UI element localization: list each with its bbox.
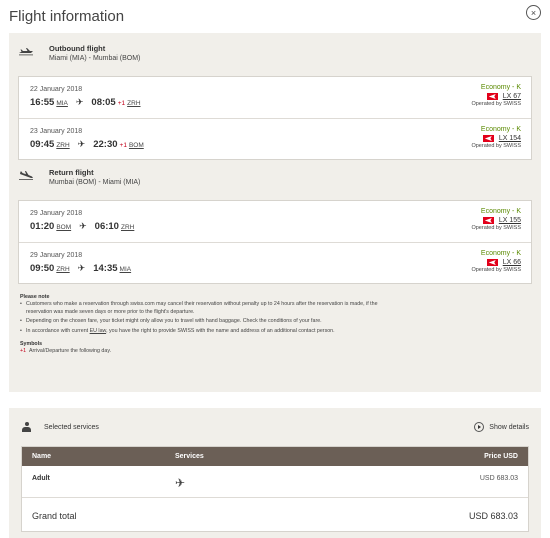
segment-times: 16:55 MIA ✈ 08:05 +1 ZRH (30, 97, 141, 108)
notes-section: Please note Customers who make a reserva… (20, 294, 400, 356)
outbound-card: 22 January 2018 16:55 MIA ✈ 08:05 +1 ZRH… (18, 76, 532, 160)
segment-fare-info: Economy - K LX 155 Operated by SWISS (471, 208, 521, 231)
arrival-airport[interactable]: MIA (120, 266, 132, 273)
departure-airport[interactable]: MIA (56, 100, 68, 107)
flight-segment: 23 January 2018 09:45 ZRH ✈ 22:30 +1 BOM… (19, 118, 531, 159)
fare-class: Economy - K (480, 84, 521, 91)
arrival-airport[interactable]: ZRH (121, 224, 134, 231)
note-item: In accordance with current EU law, you h… (20, 328, 400, 336)
airplane-arrow-icon: ✈ (77, 139, 86, 149)
fare-class: Economy - K (480, 208, 521, 215)
arrival-airport[interactable]: BOM (129, 142, 144, 149)
plane-departure-icon (19, 48, 33, 56)
operated-by: Operated by SWISS (471, 267, 521, 273)
departure-time: 01:20 (30, 221, 55, 232)
departure-airport[interactable]: ZRH (56, 266, 69, 273)
segment-date: 29 January 2018 (30, 252, 83, 259)
segment-date: 22 January 2018 (30, 86, 83, 93)
airplane-arrow-icon: ✈ (77, 263, 86, 273)
show-details-label: Show details (489, 423, 529, 431)
segment-date: 29 January 2018 (30, 210, 83, 217)
notes-heading: Please note (20, 294, 50, 300)
selected-services-panel: Selected services Show details Name Serv… (9, 408, 541, 538)
segment-date: 23 January 2018 (30, 128, 83, 135)
passenger-type: Adult (32, 475, 50, 482)
flight-number-link[interactable]: LX 66 (503, 259, 521, 266)
close-button[interactable]: × (526, 5, 541, 20)
column-header-price: Price USD (484, 453, 518, 460)
symbol-legend: +1 Arrival/Departure the following day. (20, 348, 112, 355)
departure-time: 09:45 (30, 139, 55, 150)
swiss-flag-icon (486, 259, 498, 266)
plane-arrival-icon (19, 171, 33, 180)
swiss-flag-icon (482, 135, 494, 142)
return-header: Return flight Mumbai (BOM) - Miami (MIA) (18, 168, 140, 188)
airplane-icon: ✈ (175, 476, 186, 490)
close-icon: × (530, 7, 537, 18)
flight-segment: 29 January 2018 09:50 ZRH ✈ 14:35 MIA Ec… (19, 242, 531, 283)
eu-law-link[interactable]: EU law (90, 328, 107, 334)
column-header-name: Name (32, 453, 52, 460)
column-header-services: Services (175, 453, 204, 460)
departure-time: 09:50 (30, 263, 55, 274)
flight-number-link[interactable]: LX 155 (499, 217, 521, 224)
return-heading: Return flight (49, 168, 94, 177)
next-day-marker: +1 (119, 142, 127, 149)
show-details-button[interactable]: Show details (474, 422, 529, 432)
flight-segment: 29 January 2018 01:20 BOM ✈ 06:10 ZRH Ec… (19, 201, 531, 242)
operated-by: Operated by SWISS (471, 225, 521, 231)
segment-times: 09:45 ZRH ✈ 22:30 +1 BOM (30, 139, 144, 150)
note-item: Depending on the chosen fare, your ticke… (20, 318, 400, 326)
operated-by: Operated by SWISS (471, 143, 521, 149)
departure-time: 16:55 (30, 97, 55, 108)
segment-fare-info: Economy - K LX 67 Operated by SWISS (471, 84, 521, 107)
departure-airport[interactable]: BOM (56, 224, 71, 231)
return-card: 29 January 2018 01:20 BOM ✈ 06:10 ZRH Ec… (18, 200, 532, 284)
airplane-arrow-icon: ✈ (75, 97, 84, 107)
person-icon (22, 422, 31, 432)
arrival-airport[interactable]: ZRH (127, 100, 140, 107)
services-heading: Selected services (44, 423, 99, 431)
symbols-heading: Symbols (20, 341, 43, 348)
arrival-time: 08:05 (91, 97, 116, 108)
fare-class: Economy - K (480, 250, 521, 257)
play-circle-icon (474, 422, 485, 432)
segment-times: 01:20 BOM ✈ 06:10 ZRH (30, 221, 134, 232)
operated-by: Operated by SWISS (471, 101, 521, 107)
outbound-header: Outbound flight Miami (MIA) - Mumbai (BO… (18, 44, 140, 64)
arrival-time: 14:35 (93, 263, 118, 274)
services-header: Selected services (22, 422, 99, 432)
next-day-marker: +1 (20, 348, 27, 355)
segment-times: 09:50 ZRH ✈ 14:35 MIA (30, 263, 131, 274)
flight-segment: 22 January 2018 16:55 MIA ✈ 08:05 +1 ZRH… (19, 77, 531, 118)
segment-fare-info: Economy - K LX 66 Operated by SWISS (471, 250, 521, 273)
grand-total-row: Grand total USD 683.03 (22, 498, 528, 531)
table-header: Name Services Price USD (22, 447, 528, 466)
table-row: Adult ✈ USD 683.03 (22, 466, 528, 498)
grand-total-value: USD 683.03 (468, 511, 518, 521)
outbound-route: Miami (MIA) - Mumbai (BOM) (49, 55, 141, 62)
arrival-time: 22:30 (93, 139, 118, 150)
grand-total-label: Grand total (32, 511, 77, 521)
page-title: Flight information (9, 8, 125, 25)
arrival-time: 06:10 (94, 221, 119, 232)
outbound-heading: Outbound flight (49, 44, 106, 53)
departure-airport[interactable]: ZRH (56, 142, 69, 149)
return-route: Mumbai (BOM) - Miami (MIA) (49, 179, 141, 186)
swiss-flag-icon (482, 217, 494, 224)
flight-number-link[interactable]: LX 67 (503, 93, 521, 100)
note-item: Customers who make a reservation through… (20, 301, 400, 316)
services-table: Name Services Price USD Adult ✈ USD 683.… (21, 446, 529, 532)
flight-number-link[interactable]: LX 154 (499, 135, 521, 142)
airplane-arrow-icon: ✈ (79, 221, 87, 231)
fare-class: Economy - K (480, 126, 521, 133)
segment-fare-info: Economy - K LX 154 Operated by SWISS (471, 126, 521, 149)
swiss-flag-icon (486, 93, 498, 100)
next-day-marker: +1 (117, 100, 126, 107)
row-price: USD 683.03 (479, 475, 518, 482)
